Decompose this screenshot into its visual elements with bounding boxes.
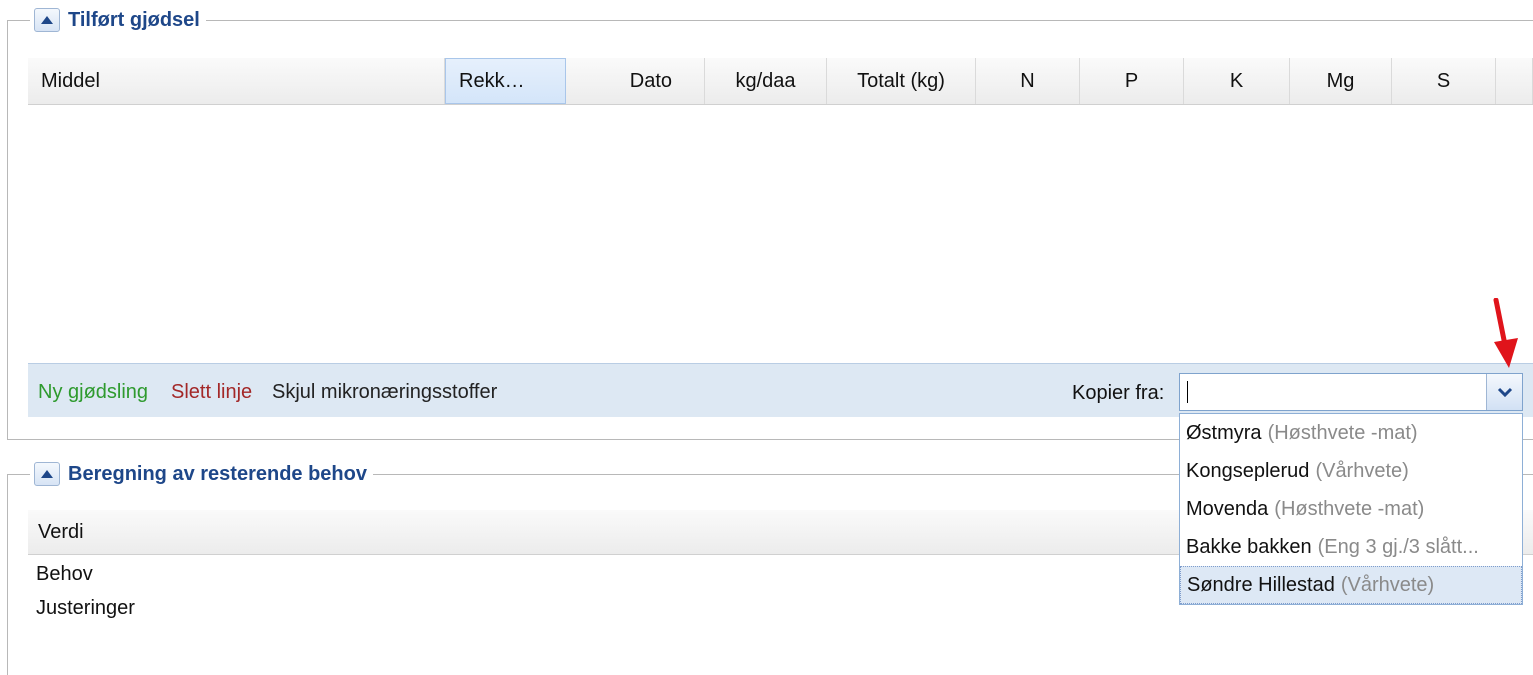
new-fertilizing-link[interactable]: Ny gjødsling [38, 381, 148, 404]
column-header-mg[interactable]: Mg [1290, 58, 1392, 104]
column-header-n[interactable]: N [976, 58, 1080, 104]
copy-from-dropdown-list: Østmyra (Høsthvete -mat) Kongseplerud (Vår… [1179, 413, 1523, 605]
fertilizer-grid-header: Middel Rekk… Dato kg/daa Totalt (kg) N P… [28, 58, 1533, 105]
column-header-rekkefolge[interactable]: Rekk… [445, 58, 566, 104]
delete-line-link[interactable]: Slett linje [171, 381, 252, 404]
copy-from-label: Kopier fra: [1072, 382, 1165, 404]
column-header-spacer [1496, 58, 1533, 104]
table-row-label: Justeringer [36, 597, 135, 619]
dropdown-option[interactable]: Kongseplerud (Vårhvete) [1180, 452, 1522, 490]
column-header-s[interactable]: S [1392, 58, 1496, 104]
column-header-p[interactable]: P [1080, 58, 1184, 104]
dropdown-option[interactable]: Bakke bakken (Eng 3 gj./3 slått... [1180, 528, 1522, 566]
collapse-up-icon[interactable] [34, 462, 60, 486]
annotation-arrow-icon [1493, 298, 1518, 368]
tilfort-gjodsel-legend: Tilført gjødsel [30, 8, 206, 32]
section-title: Tilført gjødsel [68, 8, 200, 31]
copy-from-input[interactable] [1180, 374, 1486, 410]
grid-toolbar: Ny gjødsling Slett linje Skjul mikronæri… [28, 363, 1533, 417]
beregning-legend: Beregning av resterende behov [30, 462, 373, 486]
column-header-k[interactable]: K [1184, 58, 1290, 104]
section-title: Beregning av resterende behov [68, 462, 367, 485]
dropdown-option[interactable]: Østmyra (Høsthvete -mat) [1180, 414, 1522, 452]
collapse-up-icon[interactable] [34, 8, 60, 32]
copy-from-combobox[interactable] [1179, 373, 1523, 411]
dropdown-option-highlighted[interactable]: Søndre Hillestad (Vårhvete) [1180, 566, 1522, 604]
dropdown-option[interactable]: Movenda (Høsthvete -mat) [1180, 490, 1522, 528]
table-row-label: Behov [36, 563, 93, 585]
column-header-dato[interactable]: Dato [566, 58, 705, 104]
column-header-middel[interactable]: Middel [28, 58, 445, 104]
text-caret [1187, 381, 1188, 403]
hide-micronutrients-link[interactable]: Skjul mikronæringsstoffer [272, 381, 497, 404]
column-header-kg-daa[interactable]: kg/daa [705, 58, 827, 104]
chevron-down-icon[interactable] [1486, 374, 1522, 410]
column-header-totalt[interactable]: Totalt (kg) [827, 58, 976, 104]
column-header-verdi[interactable]: Verdi [28, 521, 84, 544]
